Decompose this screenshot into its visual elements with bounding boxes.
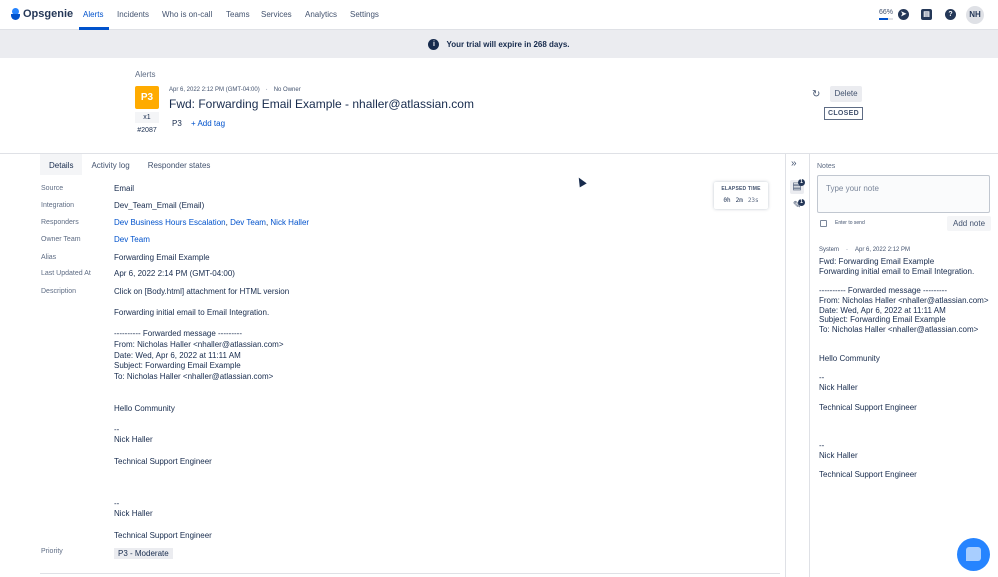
meta-separator: · <box>265 87 268 93</box>
breadcrumb[interactable]: Alerts <box>135 70 155 79</box>
note-meta: System · Apr 6, 2022 2:12 PM <box>819 247 910 253</box>
priority-value: P3 - Moderate <box>114 548 173 559</box>
alert-title: Fwd: Forwarding Email Example - nhaller@… <box>169 97 474 111</box>
owner-team-link[interactable]: Dev Team <box>114 235 150 246</box>
opsgenie-logo-icon <box>11 8 20 20</box>
alert-owner[interactable]: No Owner <box>274 87 301 93</box>
nav-alerts[interactable]: Alerts <box>83 10 103 19</box>
elapsed-time-widget: ELAPSED TIME 0h 2m 23s <box>714 182 768 209</box>
trial-progress-bar <box>879 18 893 20</box>
alert-tabs: Details Activity log Responder states <box>40 154 219 175</box>
add-tag-button[interactable]: + Add tag <box>191 119 225 128</box>
attachments-count-badge: 1 <box>798 199 805 206</box>
tag-chip: P3 <box>172 119 182 128</box>
tab-details[interactable]: Details <box>40 154 83 175</box>
details-bottom-divider <box>40 573 780 574</box>
add-note-button[interactable]: Add note <box>947 216 991 231</box>
last-updated-label: Last Updated At <box>41 270 91 277</box>
info-icon: i <box>428 38 440 50</box>
nav-incidents[interactable]: Incidents <box>117 10 149 19</box>
nav-analytics[interactable]: Analytics <box>305 10 337 19</box>
delete-button[interactable]: Delete <box>830 86 862 102</box>
priority-badge: P3 <box>135 86 159 109</box>
alert-count-badge: x1 <box>135 112 159 123</box>
note-author: System <box>819 247 840 253</box>
note-separator: · <box>846 247 849 253</box>
source-value: Email <box>114 184 135 193</box>
elapsed-minutes: 2m <box>735 197 743 204</box>
elapsed-hours: 0h <box>723 197 731 204</box>
integration-value: Dev_Team_Email (Email) <box>114 201 205 210</box>
description-value: Click on [Body.html] attachment for HTML… <box>114 287 290 540</box>
side-rail <box>785 154 810 577</box>
trial-banner: i Your trial will expire in 268 days. <box>0 30 998 58</box>
notes-count-badge: 1 <box>798 179 805 186</box>
tab-responder-states[interactable]: Responder states <box>139 154 220 175</box>
responder-link[interactable]: Dev Team <box>230 218 266 227</box>
alias-label: Alias <box>41 254 57 261</box>
top-navigation: Opsgenie Alerts Incidents Who is on-call… <box>0 0 998 30</box>
trial-progress-label[interactable]: 66% <box>879 9 893 16</box>
note-input[interactable]: Type your note <box>817 175 990 213</box>
refresh-icon[interactable]: ↻ <box>812 89 820 100</box>
nav-who-is-on-call[interactable]: Who is on-call <box>162 10 212 19</box>
compass-icon[interactable]: ➤ <box>898 9 909 20</box>
book-icon[interactable]: ▤ <box>921 9 932 20</box>
integration-label: Integration <box>41 202 75 209</box>
responders-label: Responders <box>41 219 79 226</box>
chat-button[interactable] <box>957 538 990 571</box>
trial-progress-fill <box>879 18 889 20</box>
mouse-cursor-icon <box>575 175 587 188</box>
enter-to-send-label: Enter to send <box>835 220 865 226</box>
tab-activity-log[interactable]: Activity log <box>82 154 138 175</box>
user-avatar[interactable]: NH <box>966 6 984 24</box>
last-updated-value: Apr 6, 2022 2:14 PM (GMT-04:00) <box>114 269 235 278</box>
note-body: Fwd: Forwarding Email Example Forwarding… <box>819 257 989 480</box>
alias-value: Forwarding Email Example <box>114 253 210 262</box>
priority-label: Priority <box>41 548 63 555</box>
trial-banner-text: Your trial will expire in 268 days. <box>446 39 570 49</box>
owner-team-label: Owner Team <box>41 236 81 243</box>
notes-title: Notes <box>817 163 836 170</box>
nav-settings[interactable]: Settings <box>350 10 379 19</box>
elapsed-time-title: ELAPSED TIME <box>721 186 761 192</box>
status-badge: CLOSED <box>824 107 863 120</box>
brand-name: Opsgenie <box>23 8 74 20</box>
alert-tiny-id: #2087 <box>137 127 157 134</box>
responder-link[interactable]: Nick Haller <box>270 218 309 227</box>
enter-to-send-checkbox[interactable] <box>820 220 827 227</box>
chat-bubble-icon <box>966 547 981 561</box>
alert-meta: Apr 6, 2022 2:12 PM (GMT-04:00) · No Own… <box>169 87 301 93</box>
help-icon[interactable]: ? <box>945 9 956 20</box>
nav-services[interactable]: Services <box>261 10 292 19</box>
elapsed-seconds: 23s <box>747 197 759 204</box>
note-time: Apr 6, 2022 2:12 PM <box>855 247 911 253</box>
description-label: Description <box>41 288 77 295</box>
nav-teams[interactable]: Teams <box>226 10 250 19</box>
responders-value: Dev Business Hours Escalation, Dev Team,… <box>114 218 310 227</box>
collapse-panel-icon[interactable]: » <box>791 158 797 169</box>
responder-link[interactable]: Dev Business Hours Escalation <box>114 218 226 227</box>
alert-created-time: Apr 6, 2022 2:12 PM (GMT-04:00) <box>169 87 260 93</box>
opsgenie-logo[interactable]: Opsgenie <box>11 8 73 20</box>
source-label: Source <box>41 185 64 192</box>
